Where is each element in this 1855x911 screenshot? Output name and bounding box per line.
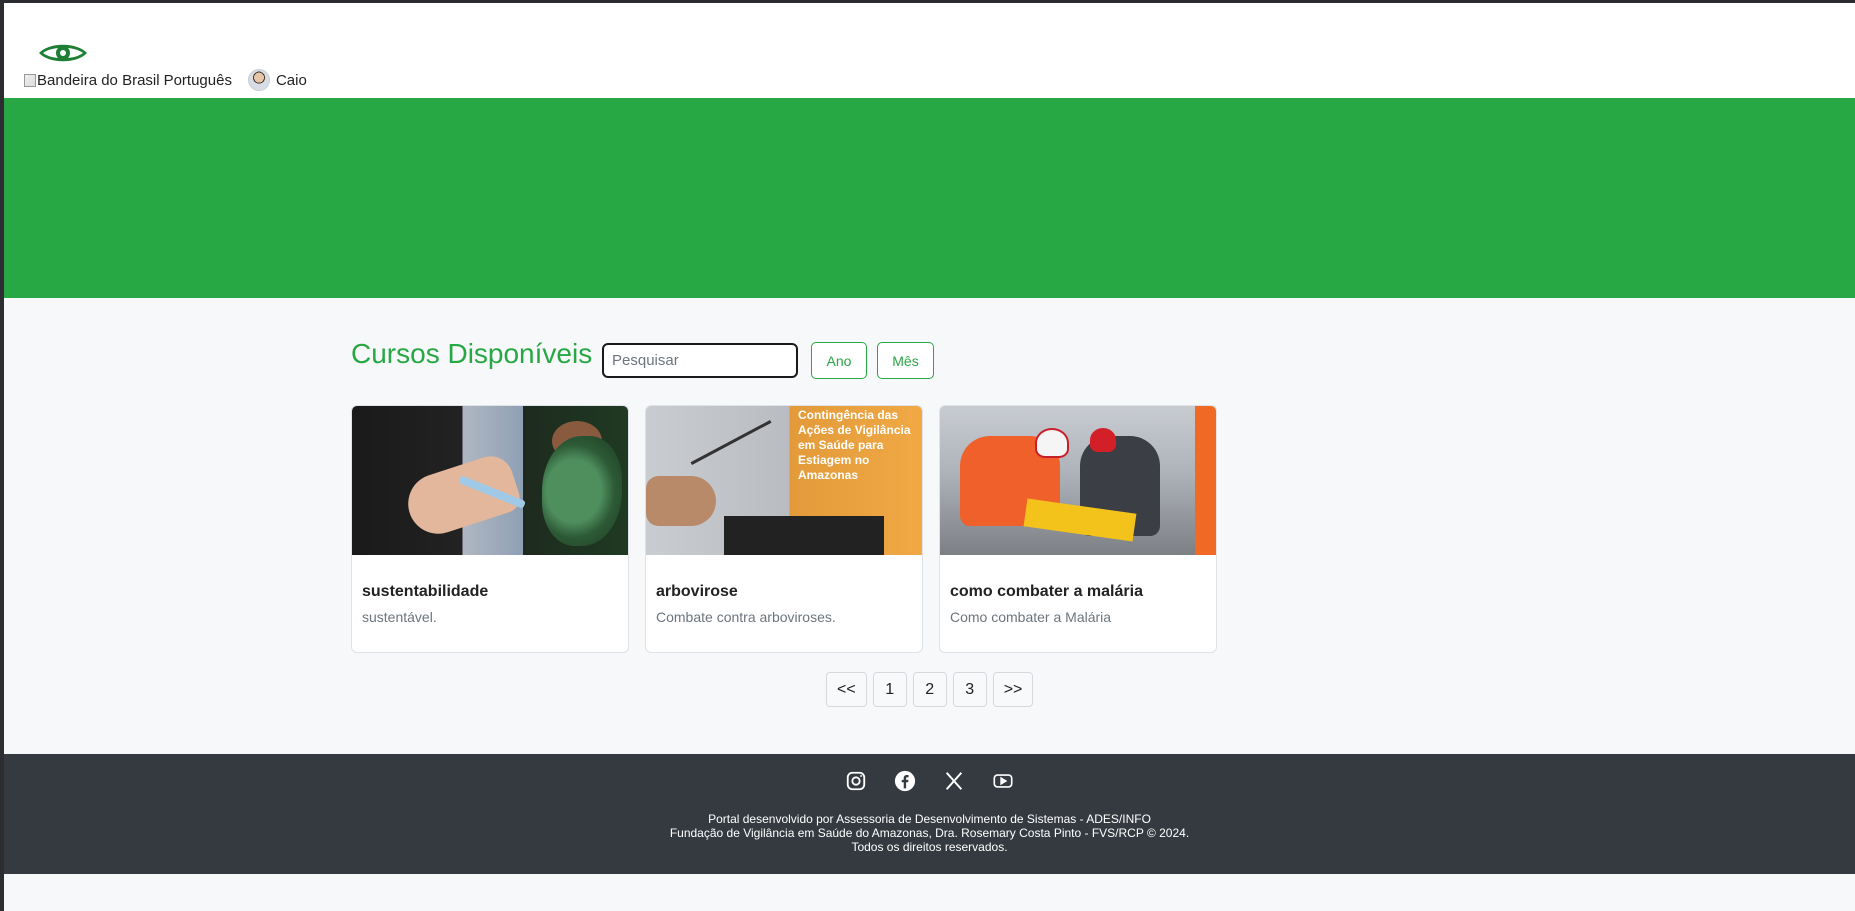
filter-year-button[interactable]: Ano (811, 342, 867, 379)
filter-month-button[interactable]: Mês (877, 342, 934, 379)
user-avatar (247, 69, 270, 91)
poster-text: Contingência das Ações de Vigilância em … (798, 408, 911, 482)
course-cards: sustentabilidade sustentável. Contingênc… (351, 405, 1217, 653)
course-description: sustentável. (362, 609, 437, 625)
flag-alt-text: Bandeira do Brasil (37, 71, 160, 89)
footer: Portal desenvolvido por Assessoria de De… (4, 754, 1855, 874)
user-name: Caio (275, 71, 307, 89)
eye-logo-icon[interactable] (37, 39, 89, 67)
pagination-page-1[interactable]: 1 (872, 672, 907, 707)
footer-line-3: Todos os direitos reservados. (851, 840, 1008, 854)
footer-credits: Portal desenvolvido por Assessoria de De… (4, 812, 1855, 854)
facebook-icon[interactable] (893, 769, 917, 793)
course-image-poster: Contingência das Ações de Vigilância em … (646, 406, 922, 555)
language-label: Português (163, 71, 232, 89)
course-description: Combate contra arboviroses. (656, 609, 836, 625)
footer-line-2: Fundação de Vigilância em Saúde do Amazo… (669, 826, 1190, 840)
browser-viewport: Bandeira do Brasil Português Caio Cursos… (4, 3, 1855, 911)
pagination-last-button[interactable]: >> (992, 672, 1034, 707)
pagination-first-button[interactable]: << (826, 672, 867, 707)
language-user-row: Bandeira do Brasil Português Caio (24, 69, 307, 91)
user-menu[interactable]: Caio (247, 69, 307, 91)
search-input[interactable] (602, 343, 798, 378)
course-title: como combater a malária (950, 583, 1143, 600)
instagram-icon[interactable] (844, 769, 868, 793)
pagination-page-2[interactable]: 2 (912, 672, 947, 707)
social-links (4, 769, 1855, 793)
broken-image-icon (24, 73, 36, 87)
course-card[interactable]: como combater a malária Como combater a … (939, 405, 1217, 653)
page-title: Cursos Disponíveis (351, 338, 593, 369)
language-selector[interactable]: Bandeira do Brasil Português (24, 72, 232, 89)
course-title: arbovirose (656, 583, 738, 600)
course-card[interactable]: Contingência das Ações de Vigilância em … (645, 405, 923, 653)
main-content: Cursos Disponíveis Ano Mês sustentabilid… (4, 298, 1855, 752)
course-description: Como combater a Malária (950, 609, 1112, 625)
course-image-rescue (940, 406, 1216, 555)
pagination-page-3[interactable]: 3 (952, 672, 987, 707)
footer-line-1: Portal desenvolvido por Assessoria de De… (708, 812, 1151, 826)
x-icon[interactable] (942, 769, 966, 793)
course-image-vaccination (352, 406, 628, 555)
course-title: sustentabilidade (362, 583, 489, 600)
youtube-icon[interactable] (991, 769, 1015, 793)
top-navbar: Bandeira do Brasil Português Caio (4, 3, 1855, 98)
course-card[interactable]: sustentabilidade sustentável. (351, 405, 629, 653)
hero-banner (4, 98, 1855, 298)
pagination: << 1 2 3 >> (826, 672, 1034, 707)
